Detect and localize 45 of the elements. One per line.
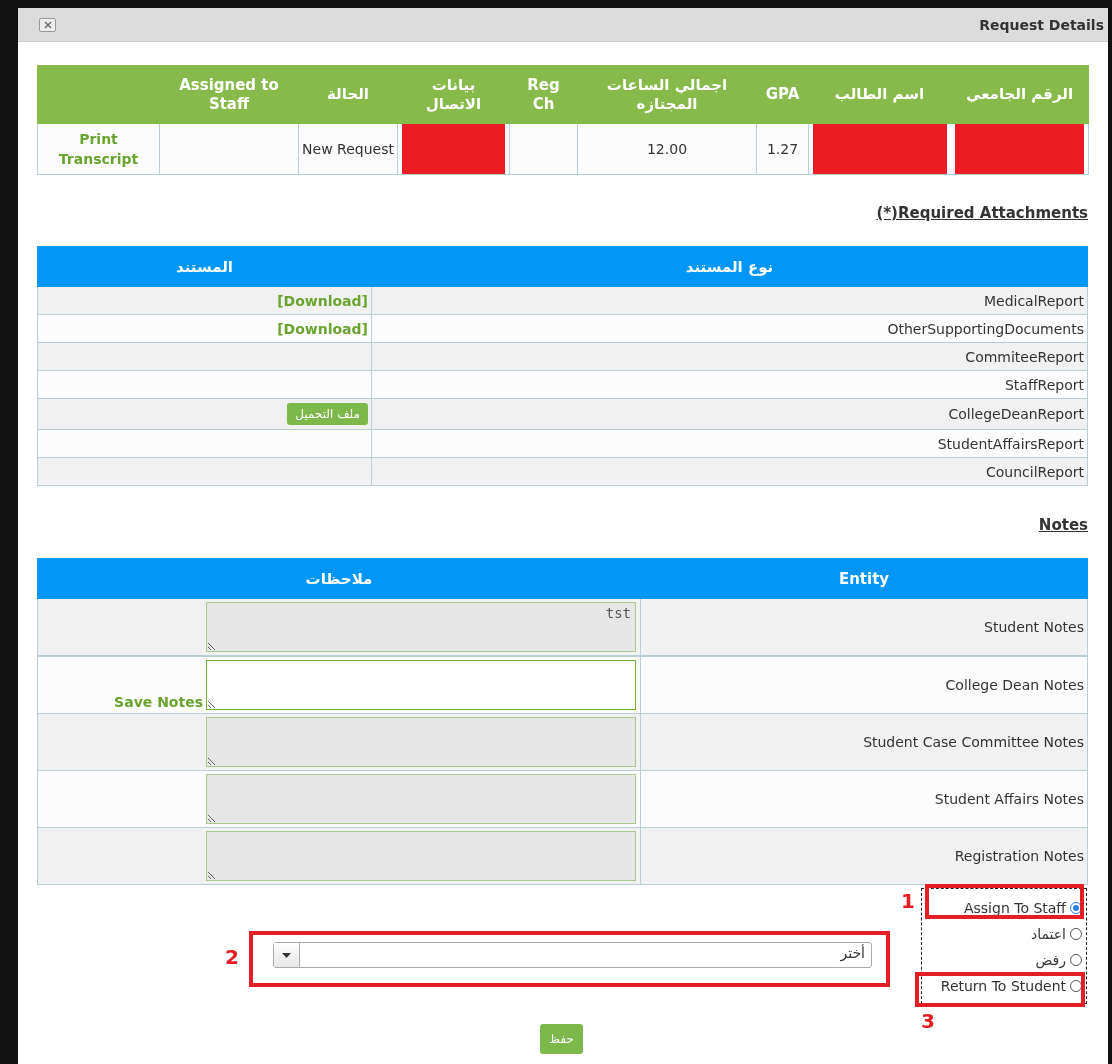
entity-label: Student Affairs Notes xyxy=(934,791,1084,807)
column-header: Entity xyxy=(838,569,890,588)
column-header: GPA xyxy=(765,85,800,103)
entity-label: Registration Notes xyxy=(954,848,1084,864)
notes-field[interactable] xyxy=(206,660,636,710)
radio-button[interactable] xyxy=(1070,954,1082,966)
annotation-number: 3 xyxy=(921,1009,935,1033)
entity-label: College Dean Notes xyxy=(945,677,1084,693)
column-header: Assigned to Staff xyxy=(179,75,279,113)
column-header: ملاحظات xyxy=(305,569,373,588)
document-type: CommiteeReport xyxy=(965,348,1084,365)
radio-option[interactable]: Assign To Staff xyxy=(963,899,1086,917)
document-type: StudentAffairsReport xyxy=(937,435,1084,452)
radio-button[interactable] xyxy=(1070,928,1082,940)
document-type: CouncilReport xyxy=(986,463,1084,480)
column-header: بيانات الاتصال xyxy=(425,75,482,113)
table-cell: 1.27 xyxy=(766,141,799,157)
column-header: اسم الطالب xyxy=(834,85,925,103)
document-type: MedicalReport xyxy=(983,292,1084,309)
column-header: Reg Ch xyxy=(527,75,560,113)
entity-label: Student Case Committee Notes xyxy=(863,734,1084,750)
table-cell: 12.00 xyxy=(646,141,688,157)
column-header: الحالة xyxy=(327,85,369,103)
document-type: StaffReport xyxy=(1005,376,1084,393)
radio-option[interactable]: رفض xyxy=(1035,951,1086,969)
column-header: المستند xyxy=(176,257,233,276)
radio-option[interactable]: Return To Student xyxy=(940,977,1086,995)
close-button[interactable] xyxy=(39,17,56,32)
column-header: الرقم الجامعي xyxy=(965,85,1074,103)
entity-label: Student Notes xyxy=(984,619,1084,635)
close-icon xyxy=(43,20,52,29)
radio-option[interactable]: اعتماد xyxy=(1030,925,1086,943)
section-heading: Notes xyxy=(1038,516,1088,534)
staff-dropdown[interactable]: أختر xyxy=(273,942,872,968)
document-type: CollegeDeanReport xyxy=(948,406,1084,422)
table-cell: New Request xyxy=(302,141,394,157)
column-header: نوع المستند xyxy=(685,257,774,276)
caret-icon xyxy=(282,952,291,958)
annotation-number: 2 xyxy=(225,945,239,969)
document-type: OtherSupportingDocuments xyxy=(887,320,1084,337)
radio-button[interactable] xyxy=(1070,980,1082,992)
window-title: Request Details xyxy=(979,16,1104,33)
section-heading: (*)Required Attachments xyxy=(876,204,1088,222)
annotation-number: 1 xyxy=(901,889,915,913)
column-header: اجمالي الساعات المجتازه xyxy=(606,75,728,113)
